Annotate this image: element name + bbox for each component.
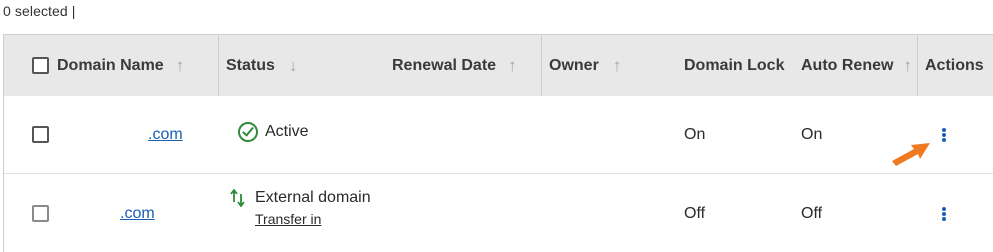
kebab-menu-icon[interactable]: [942, 206, 946, 221]
domain-link[interactable]: .com: [148, 126, 183, 144]
column-domain-lock-label: Domain Lock: [684, 56, 785, 74]
domain-lock-value: Off: [684, 204, 706, 222]
domain-link[interactable]: .com: [120, 205, 155, 223]
auto-renew-cell: Off: [801, 174, 822, 252]
arrow-up-icon[interactable]: ↑: [903, 56, 912, 76]
column-domain-name-label: Domain Name: [57, 56, 164, 74]
status-cell: Active: [238, 121, 309, 143]
selection-count: 0 selected |: [3, 3, 76, 19]
status-text: Active: [265, 123, 309, 140]
auto-renew-value: On: [801, 125, 823, 143]
domains-page: 0 selected | Domain Name ↑ Status ↓ Rene…: [0, 0, 993, 252]
column-divider: [541, 35, 542, 96]
transfer-arrows-icon: [230, 189, 245, 207]
row-checkbox[interactable]: [32, 126, 49, 143]
table-row: .com Active On On: [4, 96, 993, 174]
column-renewal-date-label: Renewal Date: [392, 56, 497, 74]
domain-cell: .com: [120, 174, 155, 252]
domain-cell: .com: [148, 96, 183, 173]
auto-renew-value: Off: [801, 204, 823, 222]
arrow-pointer-icon: [892, 143, 930, 166]
arrow-up-icon[interactable]: ↑: [176, 56, 185, 76]
arrow-down-icon[interactable]: ↓: [289, 56, 298, 76]
column-domain-name[interactable]: Domain Name ↑: [57, 35, 184, 96]
status-sub-cell: Transfer in: [255, 210, 321, 228]
column-status-label: Status: [226, 56, 275, 74]
column-renewal-date[interactable]: Renewal Date ↑: [392, 35, 517, 96]
actions-cell: [942, 174, 946, 252]
column-auto-renew-label: Auto Renew: [801, 56, 894, 74]
row-checkbox[interactable]: [32, 205, 49, 222]
column-auto-renew[interactable]: Auto Renew ↑: [801, 35, 912, 96]
actions-cell: [942, 96, 946, 173]
domain-lock-value: On: [684, 125, 706, 143]
domain-lock-cell: Off: [684, 174, 705, 252]
row-select-cell: [32, 174, 49, 252]
row-select-cell: [32, 96, 49, 173]
select-all-checkbox[interactable]: [32, 57, 49, 74]
arrow-up-icon[interactable]: ↑: [508, 56, 517, 76]
kebab-menu-icon[interactable]: [942, 127, 946, 142]
column-status[interactable]: Status ↓: [226, 35, 297, 96]
status-text: External domain: [255, 189, 371, 206]
status-cell: External domain: [230, 188, 371, 208]
auto-renew-cell: On: [801, 96, 822, 173]
transfer-in-link[interactable]: Transfer in: [255, 211, 321, 227]
column-actions-label: Actions: [925, 56, 984, 74]
column-actions: Actions: [925, 35, 984, 96]
table-row: .com External domain Transfer in Off Off: [4, 174, 993, 252]
column-owner[interactable]: Owner ↑: [549, 35, 621, 96]
domain-lock-cell: On: [684, 96, 705, 173]
arrow-up-icon[interactable]: ↑: [613, 56, 622, 76]
check-circle-icon: [238, 122, 258, 142]
table-header: Domain Name ↑ Status ↓ Renewal Date ↑ Ow…: [4, 35, 993, 96]
column-domain-lock: Domain Lock: [684, 35, 784, 96]
domains-table: Domain Name ↑ Status ↓ Renewal Date ↑ Ow…: [3, 34, 993, 252]
select-all-cell: [32, 35, 49, 96]
column-owner-label: Owner: [549, 56, 599, 74]
